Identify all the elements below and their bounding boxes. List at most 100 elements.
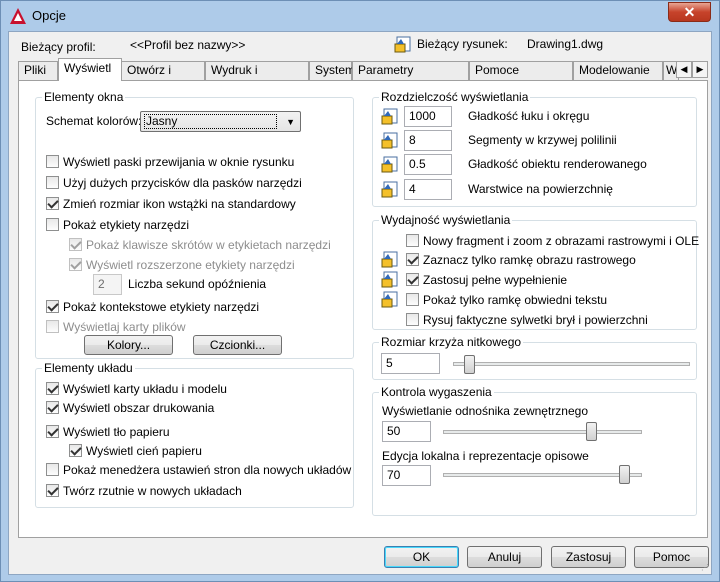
checkbox-label: Wyświetlaj karty plików xyxy=(63,319,186,334)
fonts-button[interactable]: Czcionki... xyxy=(193,335,282,355)
drawing-property-icon xyxy=(381,181,398,198)
checkbox-box[interactable] xyxy=(406,253,419,267)
checkbox-box[interactable] xyxy=(46,425,59,439)
checkbox-extended-tooltips: Wyświetl rozszerzone etykiety narzędzi xyxy=(69,256,295,272)
checkbox-shortcut-keys: Pokaż klawisze skrótów w etykietach narz… xyxy=(69,236,331,252)
drawing-property-icon xyxy=(381,156,398,173)
tab-user-preferences[interactable]: Parametry użytkownika xyxy=(352,61,469,94)
checkbox-box[interactable] xyxy=(46,484,59,498)
tab-scroll-left-icon[interactable]: ◀ xyxy=(676,61,692,78)
tab-files[interactable]: Pliki xyxy=(18,61,58,80)
tooltip-delay-label: Liczba sekund opóźnienia xyxy=(128,277,267,291)
checkbox-box[interactable] xyxy=(46,155,59,169)
checkbox-label: Pokaż etykiety narzędzi xyxy=(63,217,190,232)
crosshair-size-input[interactable]: 5 xyxy=(381,353,440,374)
polyline-segments-input[interactable]: 8 xyxy=(404,130,452,151)
crosshair-size-title: Rozmiar krzyża nitkowego xyxy=(379,335,524,349)
display-performance-title: Wydajność wyświetlania xyxy=(379,213,513,227)
checkbox-label: Użyj dużych przycisków dla pasków narzęd… xyxy=(63,175,302,190)
chevron-down-icon: ▼ xyxy=(286,117,295,127)
checkbox-label: Wyświetl cień papieru xyxy=(86,443,202,458)
checkbox-label: Pokaż tylko ramkę obwiedni tekstu xyxy=(423,292,608,307)
checkbox-box[interactable] xyxy=(46,218,59,232)
xref-fade-input[interactable]: 50 xyxy=(382,421,431,442)
resize-grip-icon[interactable]: ⋰ xyxy=(701,563,709,572)
checkbox-tooltips[interactable]: Pokaż etykiety narzędzi xyxy=(46,216,189,232)
checkbox-box[interactable] xyxy=(46,401,59,415)
arc-smoothness-input[interactable]: 1000 xyxy=(404,106,452,127)
colors-button[interactable]: Kolory... xyxy=(84,335,173,355)
checkbox-solid-fill[interactable]: Zastosuj pełne wypełnienie xyxy=(406,271,567,287)
layout-elements-group: Elementy układu Wyświetl karty układu i … xyxy=(35,361,354,508)
tab-plot-publish[interactable]: Wydruk i publikacja xyxy=(205,61,309,94)
help-button[interactable]: Pomoc xyxy=(634,546,709,568)
current-profile-label: Bieżący profil: xyxy=(21,40,96,54)
checkbox-box[interactable] xyxy=(406,273,419,287)
xref-display-label: Wyświetlanie odnośnika zewnętrznego xyxy=(382,404,589,418)
checkbox-box[interactable] xyxy=(46,300,59,314)
slider-thumb[interactable] xyxy=(619,465,631,484)
close-button[interactable]: ✕ xyxy=(668,2,711,22)
rendered-smoothness-input[interactable]: 0.5 xyxy=(404,154,452,175)
slider-track[interactable] xyxy=(443,473,642,477)
checkbox-paper-shadow[interactable]: Wyświetl cień papieru xyxy=(69,442,202,458)
tab-scroll-right-icon[interactable]: ▶ xyxy=(692,61,708,78)
drawing-property-icon xyxy=(381,108,398,125)
checkbox-box xyxy=(46,320,59,334)
checkbox-scrollbars[interactable]: Wyświetl paski przewijania w oknie rysun… xyxy=(46,153,294,169)
drawing-property-icon xyxy=(381,251,398,268)
checkbox-label: Pokaż kontekstowe etykiety narzędzi xyxy=(63,299,260,314)
tab-display[interactable]: Wyświetl xyxy=(58,58,122,81)
slider-track[interactable] xyxy=(453,362,690,366)
window-elements-title: Elementy okna xyxy=(42,90,126,104)
drawing-icon xyxy=(394,36,411,53)
checkbox-ribbon-icons[interactable]: Zmień rozmiar ikon wstążki na standardow… xyxy=(46,195,296,211)
slider-thumb[interactable] xyxy=(464,355,476,374)
checkbox-label: Wyświetl rozszerzone etykiety narzędzi xyxy=(86,257,295,272)
checkbox-create-viewports[interactable]: Twórz rzutnie w nowych układach xyxy=(46,482,242,498)
contour-lines-input[interactable]: 4 xyxy=(404,179,452,200)
checkbox-box[interactable] xyxy=(406,313,419,327)
tab-scroll-arrows: ◀ ▶ xyxy=(676,61,708,78)
checkbox-box[interactable] xyxy=(406,293,419,307)
checkbox-box[interactable] xyxy=(46,463,59,477)
tab-3d-modeling[interactable]: Modelowanie 3D xyxy=(573,61,663,94)
checkbox-box[interactable] xyxy=(46,176,59,190)
display-tab-page: Elementy okna Schemat kolorów: Jasny ▼ W… xyxy=(18,80,708,538)
checkbox-text-boundary[interactable]: Pokaż tylko ramkę obwiedni tekstu xyxy=(406,291,607,307)
checkbox-layout-model-tabs[interactable]: Wyświetl karty układu i modelu xyxy=(46,380,227,396)
checkbox-true-silhouettes[interactable]: Rysuj faktyczne sylwetki brył i powierzc… xyxy=(406,311,648,327)
slider-track[interactable] xyxy=(443,430,642,434)
checkbox-rollover-tooltips[interactable]: Pokaż kontekstowe etykiety narzędzi xyxy=(46,298,259,314)
checkbox-box xyxy=(69,238,82,252)
tab-system[interactable]: System xyxy=(309,61,355,80)
checkbox-label: Rysuj faktyczne sylwetki brył i powierzc… xyxy=(423,312,648,327)
checkbox-printable-area[interactable]: Wyświetl obszar drukowania xyxy=(46,399,214,415)
checkbox-large-buttons[interactable]: Użyj dużych przycisków dla pasków narzęd… xyxy=(46,174,302,190)
slider-thumb[interactable] xyxy=(585,422,597,441)
window-title: Opcje xyxy=(32,8,66,23)
fade-control-group: Kontrola wygaszenia Wyświetlanie odnośni… xyxy=(372,385,697,516)
checkbox-box[interactable] xyxy=(406,234,419,248)
in-place-fade-input[interactable]: 70 xyxy=(382,465,431,486)
tab-drafting[interactable]: Pomoce rysunkowe xyxy=(469,61,573,94)
tab-open-save[interactable]: Otwórz i zapisz xyxy=(121,61,205,94)
checkbox-pan-zoom-raster[interactable]: Nowy fragment i zoom z obrazami rastrowy… xyxy=(406,232,699,248)
crosshair-size-group: Rozmiar krzyża nitkowego 5 xyxy=(372,335,697,380)
ok-button[interactable]: OK xyxy=(384,546,459,568)
checkbox-page-setup-manager[interactable]: Pokaż menedżera ustawień stron dla nowyc… xyxy=(46,461,351,477)
checkbox-box[interactable] xyxy=(69,444,82,458)
checkbox-box[interactable] xyxy=(46,197,59,211)
color-scheme-dropdown[interactable]: Jasny ▼ xyxy=(140,111,301,132)
cancel-button[interactable]: Anuluj xyxy=(467,546,542,568)
checkbox-label: Zastosuj pełne wypełnienie xyxy=(423,272,568,287)
polyline-segments-label: Segmenty w krzywej polilinii xyxy=(468,133,617,147)
checkbox-paper-background[interactable]: Wyświetl tło papieru xyxy=(46,423,170,439)
checkbox-raster-frame[interactable]: Zaznacz tylko ramkę obrazu rastrowego xyxy=(406,251,636,267)
drawing-property-icon xyxy=(381,271,398,288)
checkbox-label: Wyświetl obszar drukowania xyxy=(63,400,215,415)
autocad-logo-icon xyxy=(10,8,26,24)
options-dialog: Opcje ✕ Bieżący profil: <<Profil bez naz… xyxy=(0,0,720,582)
checkbox-box[interactable] xyxy=(46,382,59,396)
apply-button[interactable]: Zastosuj xyxy=(551,546,626,568)
